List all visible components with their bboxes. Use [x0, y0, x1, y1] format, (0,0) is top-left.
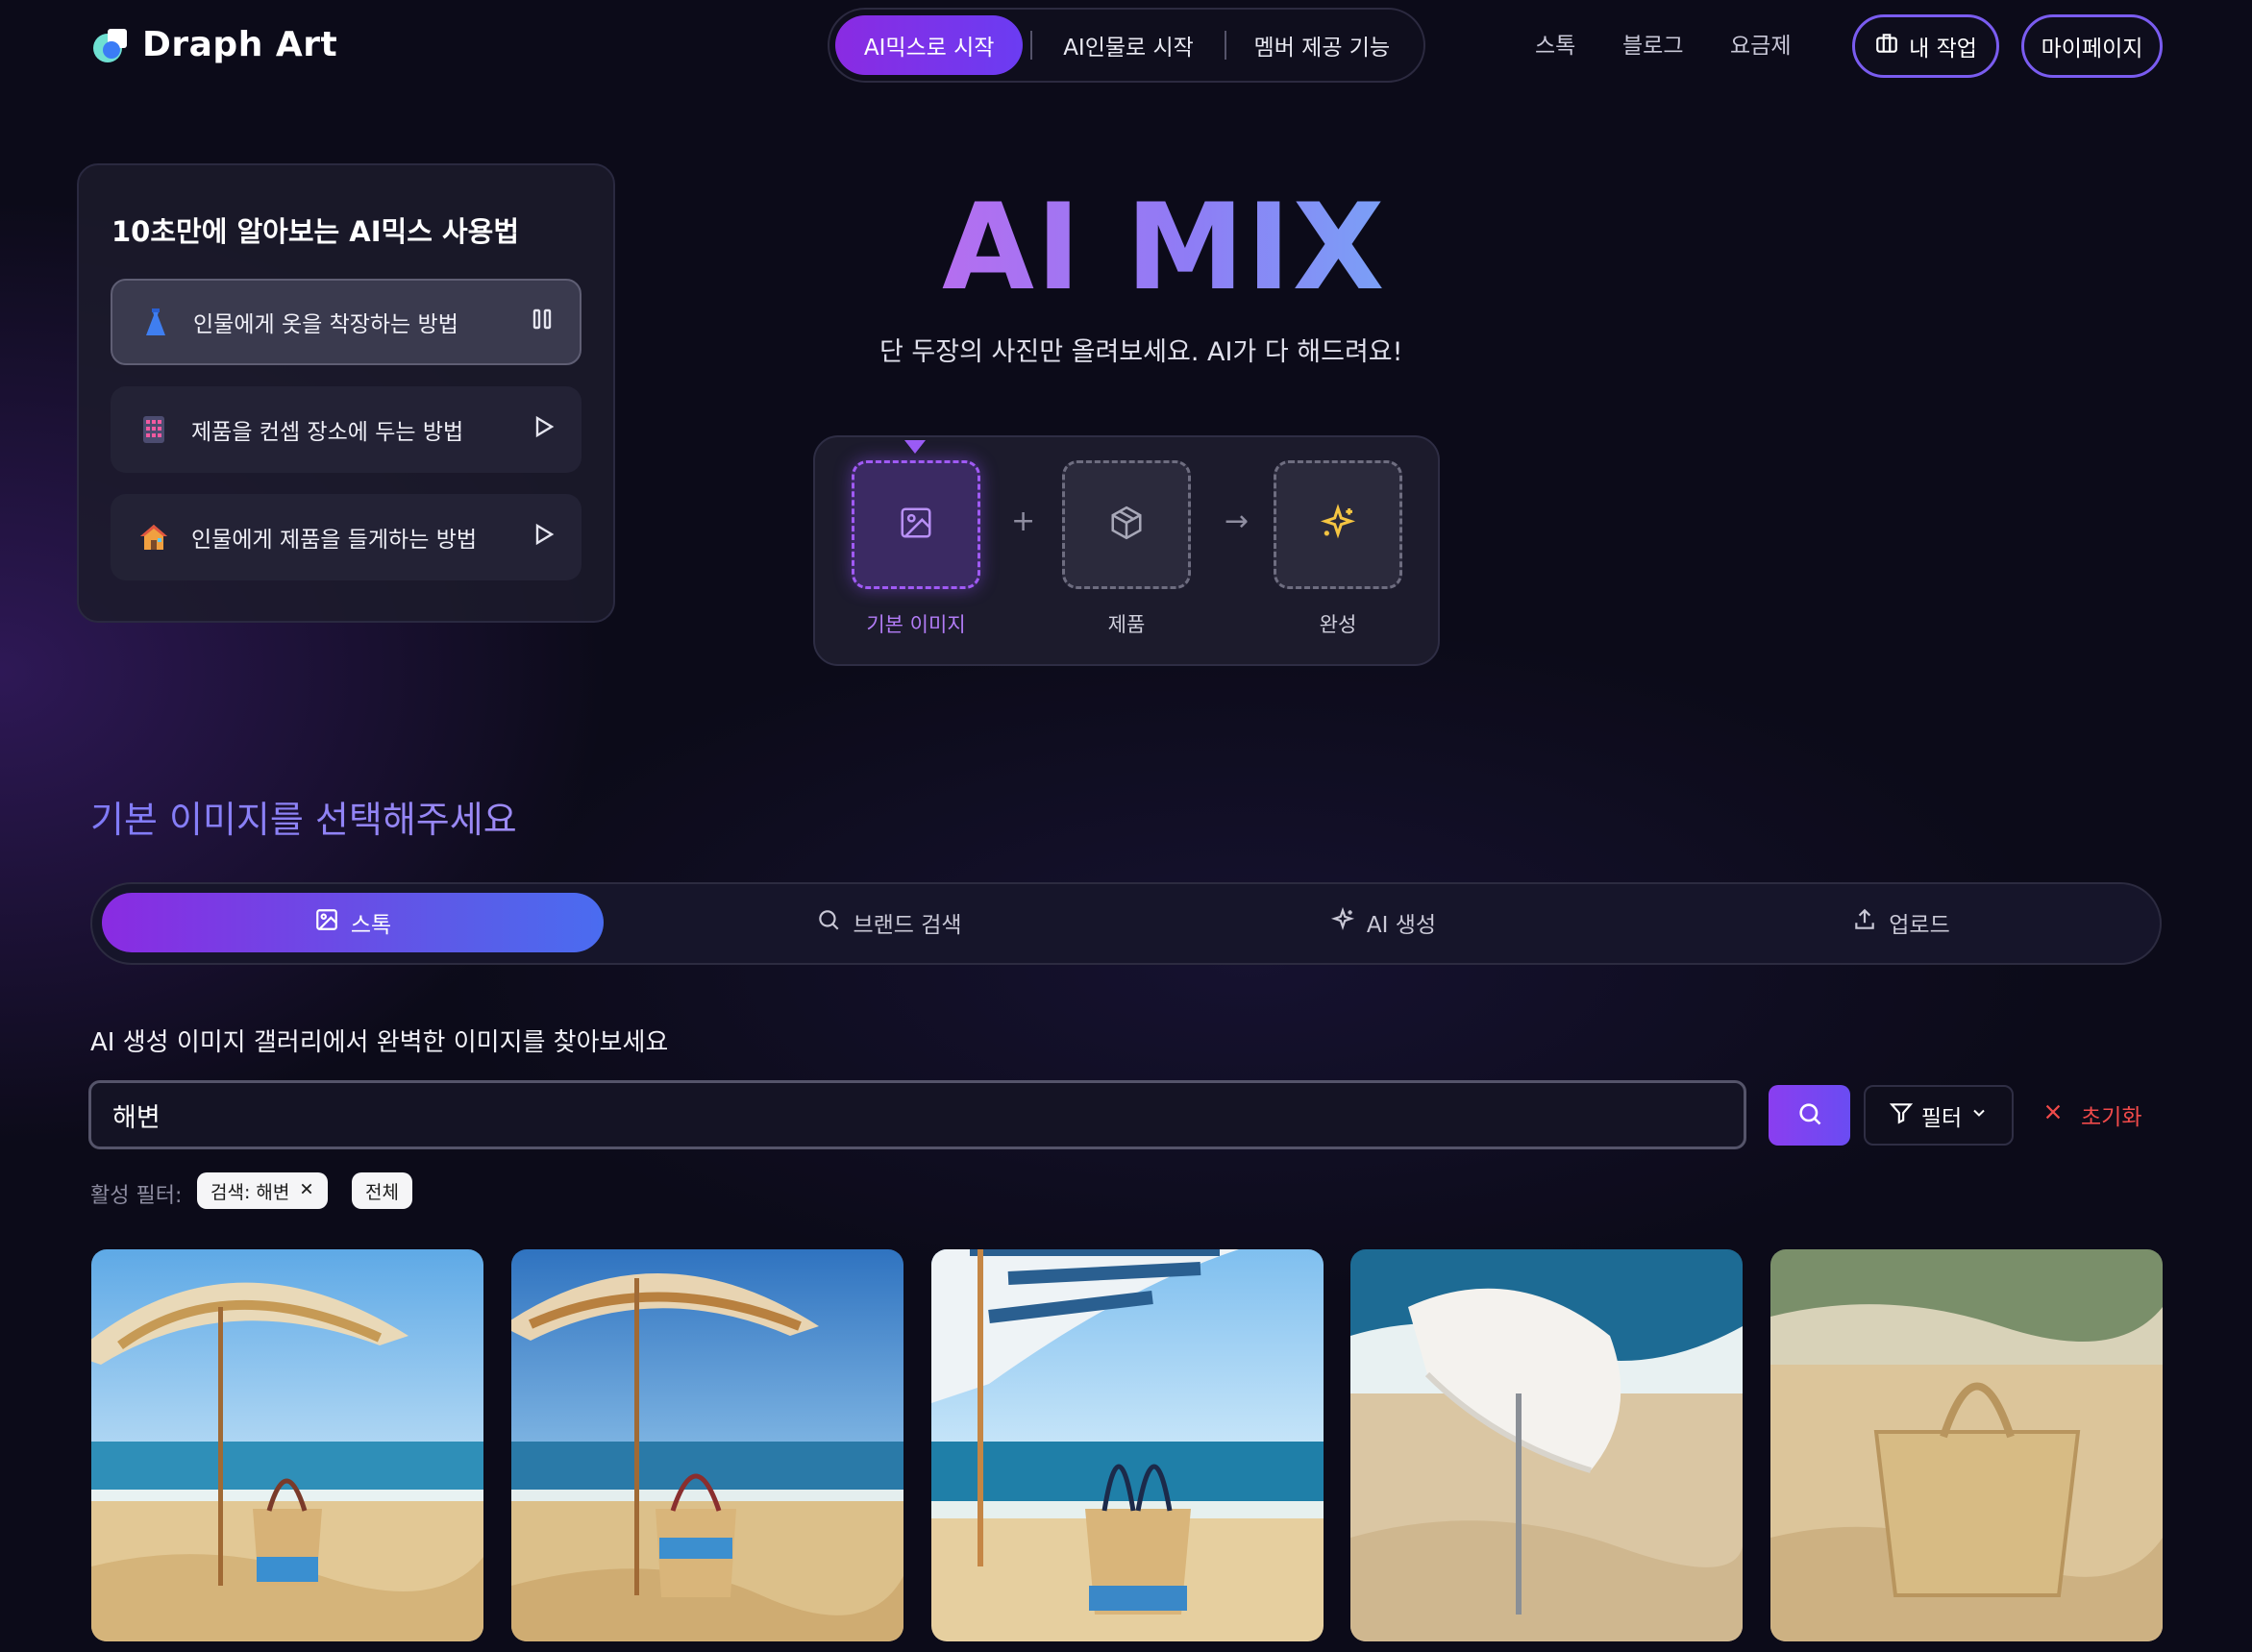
play-icon[interactable]: [533, 523, 555, 552]
search-input[interactable]: [88, 1080, 1746, 1149]
chevron-down-icon: [1969, 1103, 1989, 1128]
sparkles-icon: [1330, 906, 1355, 938]
reset-button[interactable]: 초기화: [2042, 1098, 2141, 1131]
tab-label: AI 생성: [1366, 913, 1437, 938]
hero-subtitle: 단 두장의 사진만 올려보세요. AI가 다 해드려요!: [879, 337, 1403, 367]
plus-sign: +: [1011, 505, 1036, 538]
gallery-image[interactable]: [511, 1249, 903, 1641]
close-icon: [2042, 1101, 2064, 1128]
gallery-description: AI 생성 이미지 갤러리에서 완벽한 이미지를 찾아보세요: [90, 1028, 669, 1057]
filter-label: 필터: [1920, 1105, 1963, 1131]
gallery-image[interactable]: [1350, 1249, 1743, 1641]
tutorial-title: 10초만에 알아보는 AI믹스 사용법: [111, 215, 520, 248]
tutorial-item-label: 인물에게 옷을 착장하는 방법: [193, 312, 458, 337]
briefcase-icon: [1874, 31, 1899, 62]
box-icon: [1108, 505, 1145, 545]
filter-button[interactable]: 필터: [1864, 1085, 2014, 1146]
filter-chip-search: 검색: 해변: [197, 1172, 329, 1209]
tab-label: 스톡: [350, 913, 392, 938]
tab-label: 브랜드 검색: [853, 913, 962, 938]
product-slot[interactable]: [1062, 460, 1191, 589]
gallery-image[interactable]: [931, 1249, 1324, 1641]
funnel-icon: [1889, 1100, 1914, 1131]
sparkles-icon: [1319, 504, 1357, 546]
base-image-slot[interactable]: [852, 460, 980, 589]
search-icon: [816, 907, 841, 938]
play-icon[interactable]: [533, 415, 555, 444]
tutorial-item-label: 제품을 컨셉 장소에 두는 방법: [191, 420, 464, 445]
start-mode-switch: AI믹스로 시작 AI인물로 시작 멤버 제공 기능: [828, 8, 1425, 83]
close-icon[interactable]: [299, 1180, 314, 1201]
my-page-button[interactable]: 마이페이지: [2021, 14, 2163, 78]
mode-ai-person-button[interactable]: AI인물로 시작: [1032, 15, 1224, 75]
house-icon: [137, 521, 170, 554]
tab-ai-generate[interactable]: AI 생성: [1132, 893, 1634, 952]
image-icon: [898, 505, 934, 545]
step-indicator-icon: [904, 440, 926, 459]
hero-title: AI MIX: [942, 179, 1387, 317]
filter-chip-all[interactable]: 전체: [352, 1172, 412, 1209]
upload-icon: [1852, 907, 1877, 938]
tutorial-item-dress[interactable]: 인물에게 옷을 착장하는 방법: [111, 279, 582, 365]
logo-icon: [90, 23, 133, 65]
brand-name: Draph Art: [142, 24, 338, 64]
tab-upload[interactable]: 업로드: [1650, 893, 2152, 952]
my-work-label: 내 작업: [1909, 37, 1977, 62]
reset-label: 초기화: [2081, 1105, 2142, 1130]
mode-ai-mix-button[interactable]: AI믹스로 시작: [835, 15, 1024, 75]
active-filters-label: 활성 필터:: [90, 1184, 183, 1208]
dress-icon: [139, 306, 172, 338]
step-label-product: 제품: [1107, 613, 1146, 636]
step-label-result: 완성: [1319, 613, 1357, 636]
my-work-button[interactable]: 내 작업: [1852, 14, 1999, 78]
calculator-icon: [137, 413, 170, 446]
tab-brand-search[interactable]: 브랜드 검색: [638, 893, 1140, 952]
arrow-sign: →: [1225, 505, 1250, 538]
brand-logo[interactable]: Draph Art: [90, 21, 337, 67]
gallery-image[interactable]: [91, 1249, 483, 1641]
tab-label: 업로드: [1889, 913, 1950, 938]
gallery-image[interactable]: [1770, 1249, 2163, 1641]
pause-icon[interactable]: [532, 308, 553, 336]
tutorial-item-product-place[interactable]: 제품을 컨셉 장소에 두는 방법: [111, 386, 582, 473]
mode-member-features-button[interactable]: 멤버 제공 기능: [1226, 15, 1418, 75]
chip-label: 검색: 해변: [210, 1181, 290, 1203]
nav-pricing-link[interactable]: 요금제: [1730, 27, 1791, 60]
image-icon: [314, 907, 339, 938]
search-icon: [1796, 1100, 1823, 1131]
step-label-base-image: 기본 이미지: [866, 613, 966, 636]
chip-label: 전체: [365, 1181, 399, 1203]
tab-stock[interactable]: 스톡: [102, 893, 604, 952]
section-title: 기본 이미지를 선택해주세요: [90, 790, 517, 843]
nav-stock-link[interactable]: 스톡: [1535, 27, 1575, 60]
nav-blog-link[interactable]: 블로그: [1622, 27, 1683, 60]
search-button[interactable]: [1769, 1085, 1850, 1146]
tutorial-item-label: 인물에게 제품을 들게하는 방법: [191, 528, 478, 553]
tutorial-item-hold-product[interactable]: 인물에게 제품을 들게하는 방법: [111, 494, 582, 580]
result-slot[interactable]: [1274, 460, 1402, 589]
